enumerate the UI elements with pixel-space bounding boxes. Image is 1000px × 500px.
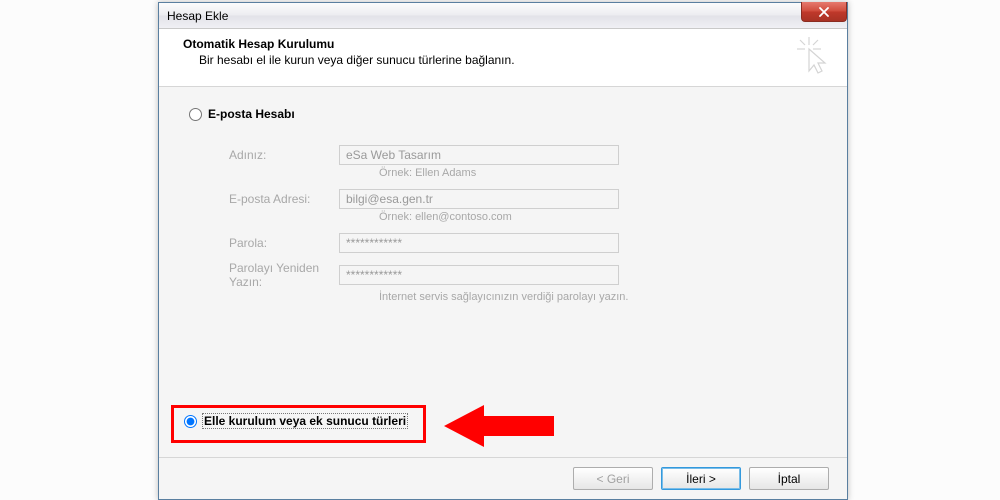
password2-label: Parolayı Yeniden Yazın: bbox=[229, 261, 339, 289]
wizard-body: E-posta Hesabı Adınız: Örnek: Ellen Adam… bbox=[159, 87, 847, 457]
wizard-header: Otomatik Hesap Kurulumu Bir hesabı el il… bbox=[159, 29, 847, 87]
row-name: Adınız: bbox=[229, 145, 817, 165]
header-title: Otomatik Hesap Kurulumu bbox=[183, 37, 827, 51]
radio-manual-setup[interactable] bbox=[184, 415, 197, 428]
name-label: Adınız: bbox=[229, 148, 339, 162]
window-title: Hesap Ekle bbox=[167, 9, 228, 23]
label-email-account: E-posta Hesabı bbox=[208, 107, 295, 121]
name-input bbox=[339, 145, 619, 165]
password-label: Parola: bbox=[229, 236, 339, 250]
row-email: E-posta Adresi: bbox=[229, 189, 817, 209]
header-subtitle: Bir hesabı el ile kurun veya diğer sunuc… bbox=[199, 53, 827, 67]
option-manual-setup[interactable]: Elle kurulum veya ek sunucu türleri bbox=[184, 414, 411, 428]
close-button[interactable] bbox=[801, 2, 847, 22]
password-hint: İnternet servis sağlayıcınızın verdiği p… bbox=[379, 291, 817, 303]
cursor-star-icon bbox=[797, 37, 831, 75]
back-button: < Geri bbox=[573, 467, 653, 490]
next-button[interactable]: İleri > bbox=[661, 467, 741, 490]
titlebar[interactable]: Hesap Ekle bbox=[159, 3, 847, 29]
add-account-dialog: Hesap Ekle Otomatik Hesap Kurulumu Bir h… bbox=[158, 2, 848, 500]
email-hint: Örnek: ellen@contoso.com bbox=[379, 211, 817, 223]
option-manual-setup-highlight: Elle kurulum veya ek sunucu türleri bbox=[171, 405, 426, 443]
email-input bbox=[339, 189, 619, 209]
radio-email-account[interactable] bbox=[189, 108, 202, 121]
password2-input bbox=[339, 265, 619, 285]
password-input bbox=[339, 233, 619, 253]
label-manual-setup: Elle kurulum veya ek sunucu türleri bbox=[203, 414, 407, 428]
email-label: E-posta Adresi: bbox=[229, 192, 339, 206]
red-arrow-icon bbox=[444, 401, 554, 451]
row-password: Parola: bbox=[229, 233, 817, 253]
option-email-account[interactable]: E-posta Hesabı bbox=[189, 107, 817, 121]
email-form: Adınız: Örnek: Ellen Adams E-posta Adres… bbox=[229, 145, 817, 303]
row-password2: Parolayı Yeniden Yazın: bbox=[229, 261, 817, 289]
close-icon bbox=[818, 7, 830, 17]
wizard-footer: < Geri İleri > İptal bbox=[159, 457, 847, 499]
name-hint: Örnek: Ellen Adams bbox=[379, 167, 817, 179]
cancel-button[interactable]: İptal bbox=[749, 467, 829, 490]
